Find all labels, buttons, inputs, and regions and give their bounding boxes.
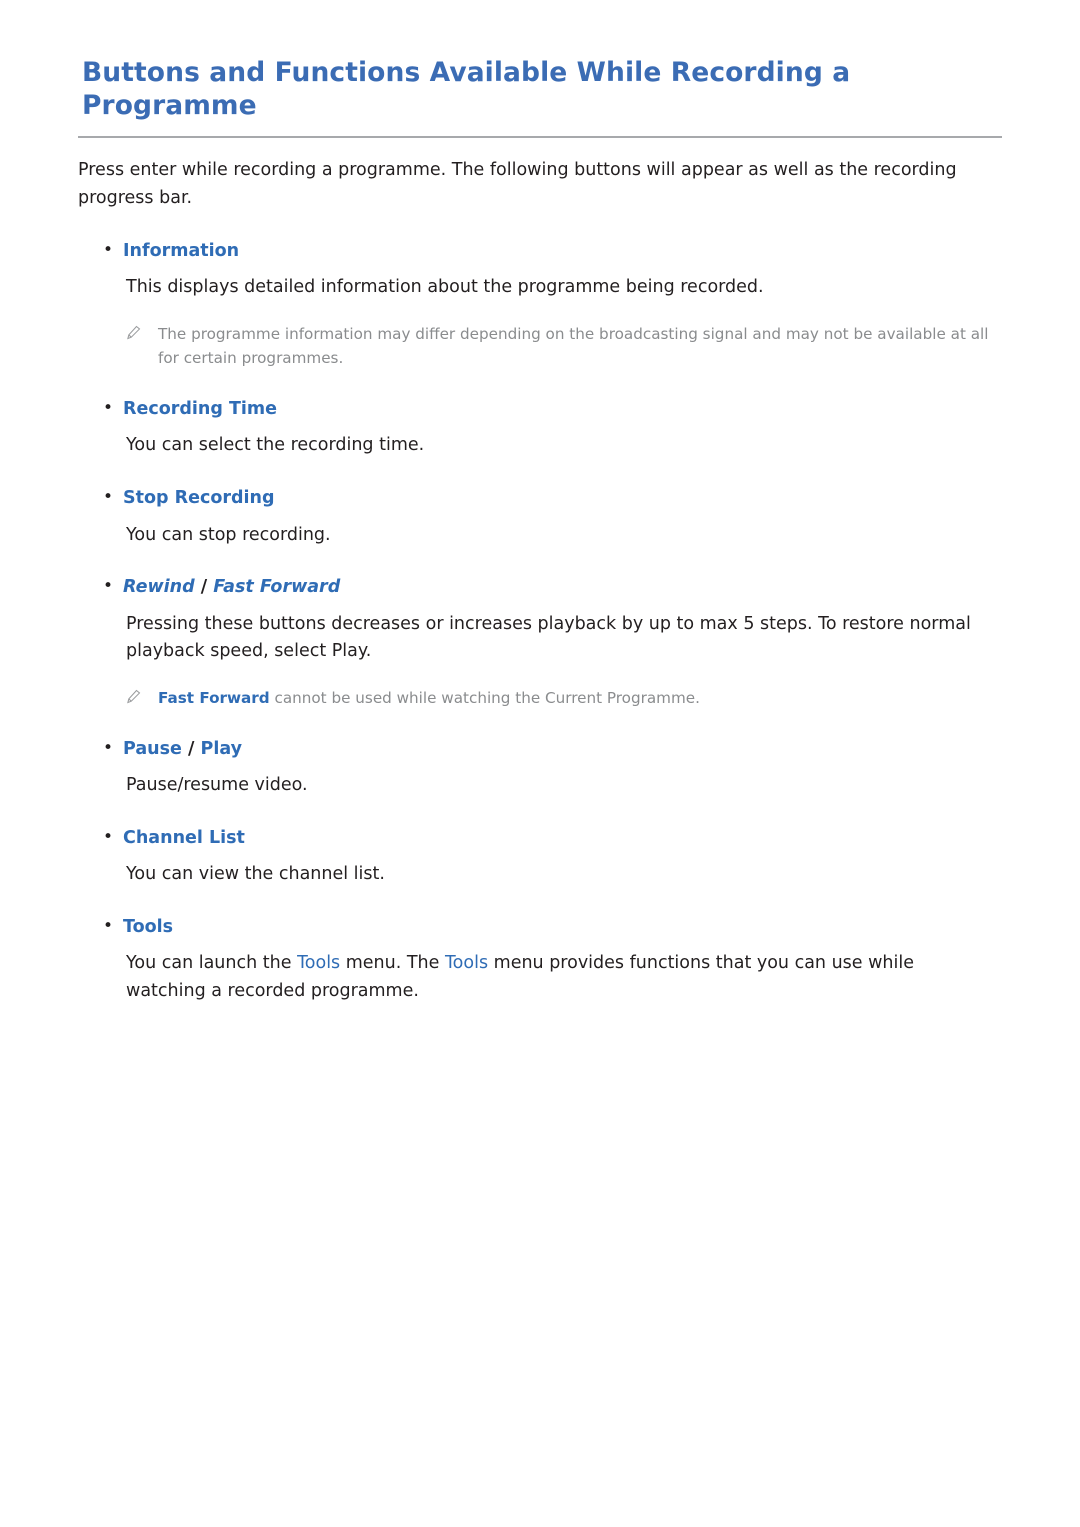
pencil-icon: [126, 686, 148, 708]
pencil-icon: [126, 322, 148, 344]
label-separator: /: [194, 577, 214, 598]
label-part-fast-forward: Fast Forward: [213, 577, 341, 598]
bullet-dot-icon: •: [102, 737, 114, 758]
section-label: Tools: [123, 916, 174, 937]
section-heading-information: • Information: [78, 239, 1002, 264]
bullet-dot-icon: •: [102, 239, 114, 260]
bullet-dot-icon: •: [102, 397, 114, 418]
label-part-play: Play: [200, 738, 243, 759]
page-title: Buttons and Functions Available While Re…: [78, 56, 1002, 139]
section-label: Information: [123, 240, 240, 261]
section-label: Pause / Play: [116, 737, 242, 762]
section-heading-stop-recording: • Stop Recording: [78, 486, 1002, 511]
document-page: Buttons and Functions Available While Re…: [0, 0, 1080, 1527]
note-rest: cannot be used while watching the Curren…: [269, 688, 700, 707]
label-separator: /: [181, 738, 201, 759]
section-body-information: This displays detailed information about…: [126, 277, 764, 298]
section-label: Rewind / Fast Forward: [116, 575, 340, 600]
section-heading-rewind-fast-forward: • Rewind / Fast Forward: [78, 575, 1002, 600]
intro-paragraph: Press enter while recording a programme.…: [78, 160, 957, 208]
note-highlight: Fast Forward: [158, 688, 270, 707]
section-body-rewind-fast-forward: Pressing these buttons decreases or incr…: [126, 613, 971, 662]
section-label: Recording Time: [123, 398, 278, 419]
section-body-channel-list: You can view the channel list.: [126, 864, 385, 885]
section-body-stop-recording: You can stop recording.: [126, 524, 331, 545]
section-heading-channel-list: • Channel List: [78, 826, 1002, 851]
tools-keyword-2: Tools: [444, 953, 489, 974]
section-body-tools: You can launch the Tools menu. The Tools…: [78, 950, 1002, 1005]
bullet-dot-icon: •: [102, 576, 114, 597]
section-body-pause-play: Pause/resume video.: [126, 775, 308, 796]
bullet-dot-icon: •: [102, 487, 114, 508]
tools-text-part-1: You can launch the: [126, 953, 298, 974]
bullet-dot-icon: •: [102, 915, 114, 936]
label-part-rewind: Rewind: [123, 577, 195, 598]
section-heading-pause-play: • Pause / Play: [78, 737, 1002, 762]
bullet-dot-icon: •: [102, 826, 114, 847]
note-fast-forward: Fast Forward cannot be used while watchi…: [78, 686, 1002, 711]
tools-text-part-2: menu. The: [340, 953, 445, 974]
note-information: The programme information may differ dep…: [78, 322, 1002, 371]
note-text: The programme information may differ dep…: [158, 324, 989, 368]
note-text: Fast Forward cannot be used while watchi…: [148, 686, 700, 711]
section-body-recording-time: You can select the recording time.: [126, 435, 425, 456]
section-label: Channel List: [123, 827, 245, 848]
tools-keyword-1: Tools: [297, 953, 341, 974]
section-heading-recording-time: • Recording Time: [78, 397, 1002, 422]
label-part-pause: Pause: [123, 738, 182, 759]
section-heading-tools: • Tools: [78, 915, 1002, 940]
section-label: Stop Recording: [123, 488, 275, 509]
